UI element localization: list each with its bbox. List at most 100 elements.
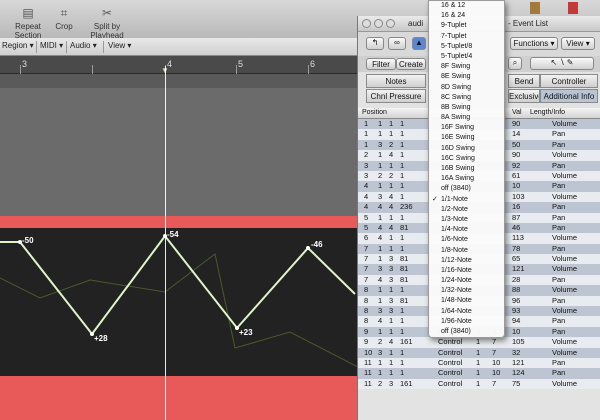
cell-position-tick[interactable]: 1: [400, 285, 404, 295]
back-button[interactable]: ↰: [366, 37, 384, 50]
menu-item[interactable]: 16 & 12: [429, 1, 504, 11]
cell-position-tick[interactable]: 1: [400, 358, 404, 368]
column-length-info[interactable]: Length/Info: [530, 109, 565, 116]
audio-region-top[interactable]: [0, 216, 360, 228]
cell-position-div[interactable]: 1: [389, 327, 393, 337]
cell-position-beat[interactable]: 4: [378, 202, 382, 212]
automation-line[interactable]: [0, 234, 356, 336]
bend-filter-button[interactable]: Bend: [508, 74, 540, 88]
cell-number[interactable]: 10: [492, 368, 500, 378]
cell-position-beat[interactable]: 1: [378, 254, 382, 264]
cell-position-tick[interactable]: 1: [400, 140, 404, 150]
cell-status[interactable]: Control: [438, 348, 462, 358]
cell-position-tick[interactable]: 1: [400, 244, 404, 254]
cell-channel[interactable]: 1: [476, 368, 480, 378]
cell-position-beat[interactable]: 2: [378, 171, 382, 181]
table-row[interactable]: 11 1 1 1 Control 1 10 124 Pan: [358, 368, 600, 379]
menu-item[interactable]: 16B Swing: [429, 164, 504, 174]
cell-position-div[interactable]: 4: [389, 150, 393, 160]
cell-position-tick[interactable]: 1: [400, 368, 404, 378]
cell-info[interactable]: Pan: [552, 368, 565, 378]
cell-value[interactable]: 124: [512, 368, 525, 378]
split-by-playhead-button[interactable]: ✂ Split by Playhead: [78, 6, 136, 40]
controller-filter-button[interactable]: Controller: [540, 74, 598, 88]
close-window-button[interactable]: [362, 19, 371, 28]
cell-position-div[interactable]: 3: [389, 379, 393, 389]
tool-selector[interactable]: ↖ ∖ ✎: [530, 57, 594, 70]
cell-value[interactable]: 50: [512, 140, 520, 150]
cell-position-tick[interactable]: 1: [400, 327, 404, 337]
menu-item[interactable]: 16 & 24: [429, 11, 504, 21]
cell-position-tick[interactable]: 1: [400, 213, 404, 223]
cell-position-bar[interactable]: 8: [364, 296, 368, 306]
cell-position-div[interactable]: 2: [389, 140, 393, 150]
cell-value[interactable]: 46: [512, 223, 520, 233]
cell-position-beat[interactable]: 1: [378, 129, 382, 139]
menu-item[interactable]: 16F Swing: [429, 123, 504, 133]
cell-value[interactable]: 103: [512, 192, 525, 202]
table-row[interactable]: 11 2 3 161 Control 1 7 75 Volume: [358, 378, 600, 390]
table-row[interactable]: 9 2 4 161 Control 1 7 105 Volume: [358, 337, 600, 348]
menu-item[interactable]: 1/3-Note: [429, 215, 504, 225]
cell-info[interactable]: Volume: [552, 379, 577, 389]
cell-position-bar[interactable]: 11: [364, 379, 372, 389]
menu-item[interactable]: off (3840): [429, 184, 504, 194]
cell-status[interactable]: Control: [438, 379, 462, 389]
cell-position-tick[interactable]: 1: [400, 192, 404, 202]
cell-position-beat[interactable]: 4: [378, 233, 382, 243]
cell-position-beat[interactable]: 1: [378, 161, 382, 171]
cell-info[interactable]: Pan: [552, 140, 565, 150]
cell-value[interactable]: 90: [512, 150, 520, 160]
cell-value[interactable]: 113: [512, 233, 524, 243]
cell-info[interactable]: Volume: [552, 254, 577, 264]
cell-position-beat[interactable]: 1: [378, 296, 382, 306]
cell-info[interactable]: Volume: [552, 264, 577, 274]
cell-position-tick[interactable]: 1: [400, 306, 404, 316]
cell-value[interactable]: 61: [512, 171, 520, 181]
cell-info[interactable]: Volume: [552, 306, 577, 316]
menu-item[interactable]: 8F Swing: [429, 62, 504, 72]
cell-position-bar[interactable]: 8: [364, 316, 368, 326]
menu-item[interactable]: 1/12-Note: [429, 256, 504, 266]
audio-region-bottom[interactable]: [0, 376, 360, 420]
cell-value[interactable]: 96: [512, 296, 520, 306]
menu-item[interactable]: 16C Swing: [429, 154, 504, 164]
cell-position-tick[interactable]: 81: [400, 264, 408, 274]
cell-position-div[interactable]: 1: [389, 161, 393, 171]
cell-value[interactable]: 105: [512, 337, 525, 347]
library-icon[interactable]: [568, 2, 578, 14]
cell-position-tick[interactable]: 1: [400, 233, 404, 243]
cell-position-bar[interactable]: 8: [364, 285, 368, 295]
functions-menu[interactable]: Functions ▾: [510, 37, 558, 50]
cell-position-tick[interactable]: 81: [400, 275, 408, 285]
menu-item[interactable]: 8D Swing: [429, 83, 504, 93]
cell-position-bar[interactable]: 3: [364, 171, 368, 181]
column-val[interactable]: Val: [512, 109, 522, 116]
cell-position-beat[interactable]: 1: [378, 119, 382, 129]
cell-position-bar[interactable]: 5: [364, 223, 368, 233]
menu-item[interactable]: off (3840): [429, 327, 504, 337]
cell-channel[interactable]: 1: [476, 358, 480, 368]
cell-value[interactable]: 75: [512, 379, 520, 389]
cell-position-bar[interactable]: 1: [364, 140, 368, 150]
cell-position-bar[interactable]: 4: [364, 202, 368, 212]
cell-status[interactable]: Control: [438, 368, 462, 378]
cell-info[interactable]: Volume: [552, 150, 577, 160]
cell-position-div[interactable]: 1: [389, 213, 393, 223]
cell-position-beat[interactable]: 1: [378, 358, 382, 368]
notes-filter-button[interactable]: Notes: [366, 74, 426, 88]
cell-status[interactable]: Control: [438, 358, 462, 368]
menu-item[interactable]: 8C Swing: [429, 93, 504, 103]
menu-item[interactable]: 1/96-Note: [429, 317, 504, 327]
menu-item[interactable]: 5-Tuplet/8: [429, 42, 504, 52]
automation-curve[interactable]: [0, 228, 360, 376]
cell-position-div[interactable]: 3: [389, 275, 393, 285]
cell-position-tick[interactable]: 1: [400, 316, 404, 326]
cell-number[interactable]: 7: [492, 337, 496, 347]
cell-info[interactable]: Pan: [552, 316, 565, 326]
cell-position-tick[interactable]: 161: [400, 379, 413, 389]
menu-item[interactable]: 8A Swing: [429, 113, 504, 123]
cell-position-tick[interactable]: 1: [400, 348, 404, 358]
cell-position-bar[interactable]: 4: [364, 192, 368, 202]
menu-item[interactable]: 1/6-Note: [429, 235, 504, 245]
